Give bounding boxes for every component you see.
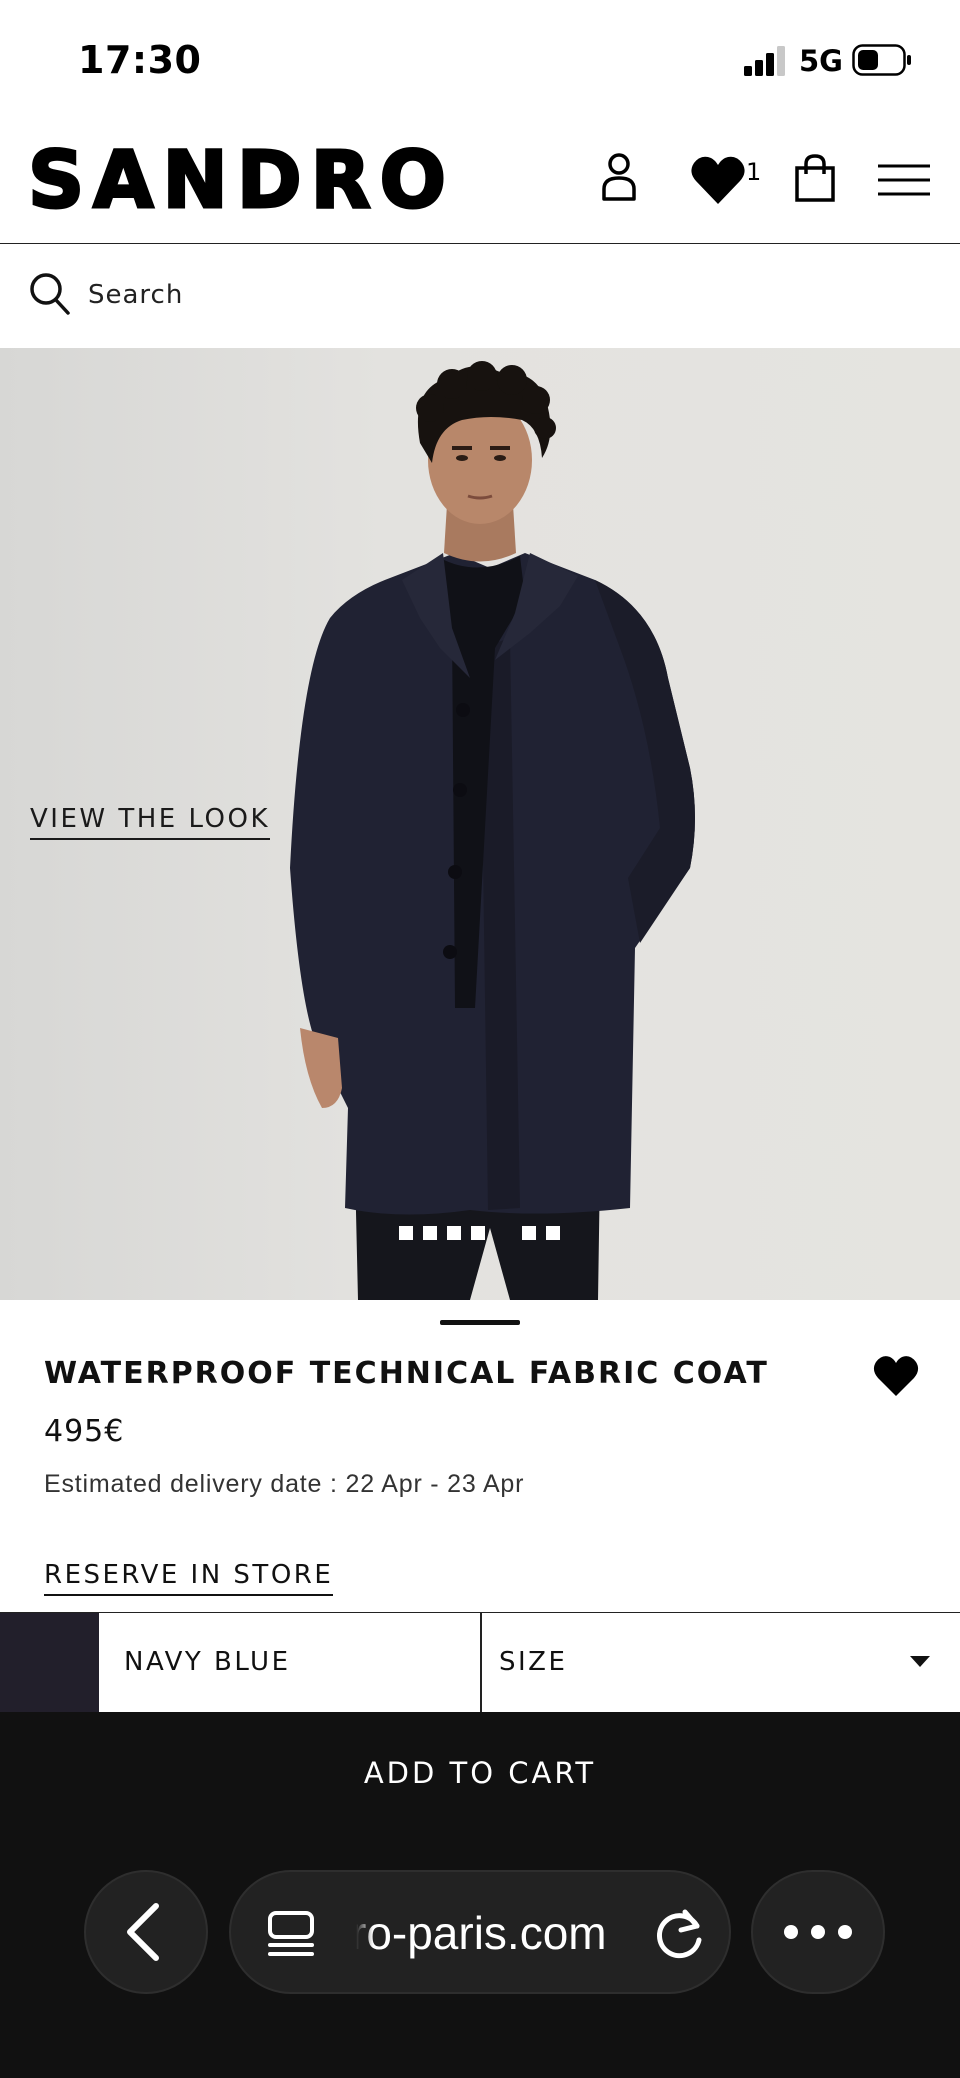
account-icon[interactable] <box>587 148 651 212</box>
color-label[interactable]: NAVY BLUE <box>124 1647 291 1677</box>
url-fade <box>349 1892 373 1976</box>
more-dots-icon <box>784 1925 852 1939</box>
add-to-wishlist-heart-icon[interactable] <box>872 1352 920 1398</box>
gallery-dot[interactable] <box>471 1226 485 1240</box>
drawer-handle[interactable] <box>440 1320 520 1325</box>
variant-selectors: NAVY BLUE SIZE <box>0 1612 960 1713</box>
add-to-cart-button[interactable]: ADD TO CART <box>0 1712 960 1832</box>
chevron-down-icon <box>910 1656 930 1667</box>
size-label: SIZE <box>499 1647 568 1677</box>
menu-icon[interactable] <box>872 148 936 212</box>
product-title: WATERPROOF TECHNICAL FABRIC COAT <box>44 1356 769 1391</box>
battery-icon <box>852 44 911 76</box>
delivery-estimate: Estimated delivery date : 22 Apr - 23 Ap… <box>44 1470 525 1498</box>
gallery-dot[interactable] <box>447 1226 461 1240</box>
search-input[interactable] <box>88 275 688 315</box>
wishlist-count: 1 <box>746 158 762 186</box>
reload-icon[interactable] <box>651 1904 711 1964</box>
gallery-dot[interactable] <box>423 1226 437 1240</box>
add-to-cart-label: ADD TO CART <box>363 1756 597 1790</box>
wishlist-icon[interactable] <box>686 148 750 212</box>
address-bar[interactable]: ro-paris.com <box>229 1870 731 1994</box>
signal-icon <box>744 46 785 76</box>
tabs-icon <box>268 1911 314 1956</box>
product-image[interactable]: VIEW THE LOOK <box>0 348 960 1300</box>
status-bar: 17:30 5G <box>0 0 960 120</box>
size-select[interactable]: SIZE <box>481 1613 960 1713</box>
brand-logo[interactable]: SANDRO <box>27 135 455 228</box>
back-button[interactable] <box>84 1870 208 1994</box>
network-type: 5G <box>799 44 843 78</box>
browser-toolbar: ro-paris.com <box>0 1832 960 2078</box>
gallery-dot[interactable] <box>399 1226 413 1240</box>
search-icon <box>30 273 70 315</box>
more-options-button[interactable] <box>751 1870 885 1994</box>
status-time: 17:30 <box>78 38 202 82</box>
gallery-dot[interactable] <box>522 1226 536 1240</box>
product-price: 495€ <box>44 1414 125 1449</box>
chevron-left-icon <box>127 1903 159 1961</box>
search-bar[interactable] <box>0 245 960 348</box>
view-the-look-link[interactable]: VIEW THE LOOK <box>30 804 271 840</box>
color-swatch[interactable] <box>0 1613 99 1713</box>
gallery-dot[interactable] <box>546 1226 560 1240</box>
site-header: SANDRO 1 <box>0 120 960 244</box>
shopping-bag-icon[interactable] <box>783 148 847 212</box>
reserve-in-store-link[interactable]: RESERVE IN STORE <box>44 1560 334 1596</box>
url-text: ro-paris.com <box>351 1907 607 1959</box>
